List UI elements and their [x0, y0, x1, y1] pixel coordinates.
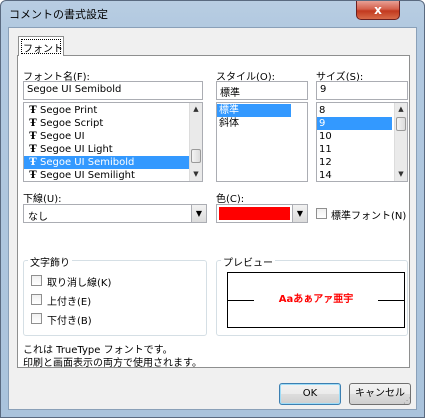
dialog-window: コメントの書式設定 x フォント フォント名(F): Segoe UI Semi… [0, 0, 425, 418]
info-line-2: 印刷と画面表示の両方で使用されます。 [23, 358, 202, 369]
list-item[interactable]: Ŧ Segoe UI Semilight [24, 169, 202, 181]
font-list-scrollbar[interactable]: ▲ ▼ [189, 103, 202, 181]
underline-select[interactable]: なし ▼ [23, 204, 207, 223]
preview-group-title: プレビュー [221, 254, 275, 269]
scroll-down-icon[interactable]: ▼ [395, 168, 407, 181]
list-item[interactable]: 斜体 [217, 117, 307, 130]
font-name-list[interactable]: Ŧ Segoe Print Ŧ Segoe Script Ŧ Segoe UI Ŧ Se… [23, 102, 203, 182]
resize-grip-icon[interactable]: ⋰ [403, 396, 413, 406]
scroll-up-icon[interactable]: ▲ [395, 103, 407, 116]
size-list[interactable]: 8 9 10 11 12 14 ▲ ▼ [316, 102, 408, 182]
preview-sample-text: Aaあぁアァ亜宇 [278, 294, 354, 305]
truetype-icon: Ŧ [29, 157, 37, 168]
scroll-up-icon[interactable]: ▲ [190, 103, 202, 116]
normal-font-checkbox[interactable] [316, 208, 327, 219]
list-item[interactable]: Ŧ Segoe Script [24, 117, 202, 130]
superscript-label: 上付き(E) [47, 297, 92, 308]
chevron-down-icon[interactable]: ▼ [292, 205, 307, 222]
underline-label: 下線(U): [23, 194, 62, 205]
list-item[interactable]: Ŧ Segoe UI [24, 130, 202, 143]
scroll-thumb[interactable] [191, 149, 201, 163]
list-item[interactable]: Ŧ Segoe Print [24, 104, 202, 117]
truetype-icon: Ŧ [29, 170, 37, 181]
normal-font-label: 標準フォント(N) [331, 211, 407, 222]
preview-box: Aaあぁアァ亜宇 [227, 272, 405, 328]
close-button[interactable]: x [356, 1, 400, 20]
style-list[interactable]: 標準 斜体 [216, 102, 308, 182]
underline-value: なし [28, 212, 48, 223]
list-item-selected[interactable]: 9 [317, 117, 392, 130]
style-input[interactable]: 標準 [216, 81, 308, 100]
ok-button[interactable]: OK [279, 383, 341, 405]
subscript-label: 下付き(B) [47, 316, 92, 327]
dialog-client-area: フォント フォント名(F): Segoe UI Semibold Ŧ Segoe … [8, 27, 417, 410]
superscript-checkbox[interactable] [31, 294, 42, 305]
truetype-icon: Ŧ [29, 144, 37, 155]
scroll-down-icon[interactable]: ▼ [190, 168, 202, 181]
truetype-icon: Ŧ [29, 105, 37, 116]
subscript-checkbox[interactable] [31, 313, 42, 324]
list-item[interactable]: Ŧ Segoe UI Light [24, 143, 202, 156]
scroll-thumb[interactable] [396, 117, 406, 131]
tab-font-label: フォント [23, 44, 63, 55]
color-label: 色(C): [216, 194, 245, 205]
list-item-selected[interactable]: 標準 [217, 104, 291, 117]
window-title: コメントの書式設定 [9, 8, 108, 21]
truetype-icon: Ŧ [29, 118, 37, 129]
color-select[interactable]: ▼ [216, 204, 308, 223]
tab-font[interactable]: フォント [18, 36, 64, 56]
font-name-input[interactable]: Segoe UI Semibold [23, 81, 203, 100]
tab-panel: フォント名(F): Segoe UI Semibold Ŧ Segoe Print… [17, 55, 410, 369]
chevron-down-icon[interactable]: ▼ [191, 205, 206, 222]
size-list-scrollbar[interactable]: ▲ ▼ [394, 103, 407, 181]
color-swatch [219, 207, 290, 220]
cancel-button[interactable]: キャンセル [349, 383, 411, 405]
effects-group-title: 文字飾り [28, 254, 72, 269]
size-input[interactable]: 9 [316, 81, 408, 100]
strikethrough-label: 取り消し線(K) [47, 278, 112, 289]
strikethrough-checkbox[interactable] [31, 275, 42, 286]
truetype-icon: Ŧ [29, 131, 37, 142]
title-bar: コメントの書式設定 x [1, 1, 424, 27]
list-item-selected[interactable]: Ŧ Segoe UI Semibold [24, 156, 202, 169]
